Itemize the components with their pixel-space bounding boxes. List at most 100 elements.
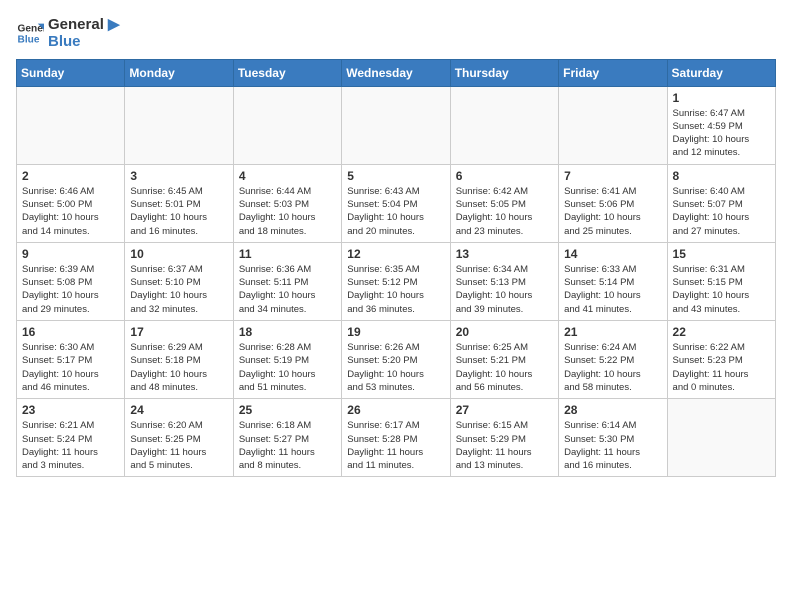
weekday-wednesday: Wednesday: [342, 59, 450, 86]
calendar-cell: 24 Sunrise: 6:20 AM Sunset: 5:25 PM Dayli…: [125, 399, 233, 477]
calendar-week-4: 16 Sunrise: 6:30 AM Sunset: 5:17 PM Dayli…: [17, 321, 776, 399]
calendar-cell: 27Sunrise: 6:15 AM Sunset: 5:29 PM Dayli…: [450, 399, 558, 477]
weekday-friday: Friday: [559, 59, 667, 86]
day-number: 22: [673, 325, 770, 339]
day-info: Sunrise: 6:28 AM Sunset: 5:19 PM Dayligh…: [239, 341, 336, 394]
day-number: 5: [347, 169, 444, 183]
day-number: 3: [130, 169, 227, 183]
weekday-thursday: Thursday: [450, 59, 558, 86]
day-number: 20: [456, 325, 553, 339]
day-number: 21: [564, 325, 661, 339]
calendar-cell: [125, 86, 233, 164]
calendar-cell: 7 Sunrise: 6:41 AM Sunset: 5:06 PM Daylig…: [559, 164, 667, 242]
day-info: Sunrise: 6:43 AM Sunset: 5:04 PM Dayligh…: [347, 185, 444, 238]
day-number: 12: [347, 247, 444, 261]
calendar-week-1: 1 Sunrise: 6:47 AM Sunset: 4:59 PM Daylig…: [17, 86, 776, 164]
calendar-cell: 22Sunrise: 6:22 AM Sunset: 5:23 PM Dayli…: [667, 321, 775, 399]
day-info: Sunrise: 6:30 AM Sunset: 5:17 PM Dayligh…: [22, 341, 119, 394]
calendar-cell: 20 Sunrise: 6:25 AM Sunset: 5:21 PM Dayli…: [450, 321, 558, 399]
calendar-table: SundayMondayTuesdayWednesdayThursdayFrid…: [16, 59, 776, 478]
day-info: Sunrise: 6:47 AM Sunset: 4:59 PM Dayligh…: [673, 107, 770, 160]
day-info: Sunrise: 6:20 AM Sunset: 5:25 PM Dayligh…: [130, 419, 227, 472]
day-number: 27: [456, 403, 553, 417]
calendar-cell: [667, 399, 775, 477]
calendar-week-2: 2 Sunrise: 6:46 AM Sunset: 5:00 PM Daylig…: [17, 164, 776, 242]
day-number: 24: [130, 403, 227, 417]
day-info: Sunrise: 6:40 AM Sunset: 5:07 PM Dayligh…: [673, 185, 770, 238]
calendar-cell: 17 Sunrise: 6:29 AM Sunset: 5:18 PM Dayli…: [125, 321, 233, 399]
day-number: 4: [239, 169, 336, 183]
day-number: 16: [22, 325, 119, 339]
calendar-cell: 19 Sunrise: 6:26 AM Sunset: 5:20 PM Dayli…: [342, 321, 450, 399]
calendar-cell: 2 Sunrise: 6:46 AM Sunset: 5:00 PM Daylig…: [17, 164, 125, 242]
day-info: Sunrise: 6:21 AM Sunset: 5:24 PM Dayligh…: [22, 419, 119, 472]
calendar-cell: [559, 86, 667, 164]
day-number: 28: [564, 403, 661, 417]
day-info: Sunrise: 6:41 AM Sunset: 5:06 PM Dayligh…: [564, 185, 661, 238]
day-info: Sunrise: 6:42 AM Sunset: 5:05 PM Dayligh…: [456, 185, 553, 238]
day-info: Sunrise: 6:24 AM Sunset: 5:22 PM Dayligh…: [564, 341, 661, 394]
calendar-cell: 3 Sunrise: 6:45 AM Sunset: 5:01 PM Daylig…: [125, 164, 233, 242]
calendar-cell: 23Sunrise: 6:21 AM Sunset: 5:24 PM Dayli…: [17, 399, 125, 477]
day-info: Sunrise: 6:26 AM Sunset: 5:20 PM Dayligh…: [347, 341, 444, 394]
calendar-cell: [450, 86, 558, 164]
calendar-cell: 8 Sunrise: 6:40 AM Sunset: 5:07 PM Daylig…: [667, 164, 775, 242]
day-number: 18: [239, 325, 336, 339]
calendar-cell: 14 Sunrise: 6:33 AM Sunset: 5:14 PM Dayli…: [559, 242, 667, 320]
calendar-cell: 11 Sunrise: 6:36 AM Sunset: 5:11 PM Dayli…: [233, 242, 341, 320]
day-info: Sunrise: 6:37 AM Sunset: 5:10 PM Dayligh…: [130, 263, 227, 316]
day-info: Sunrise: 6:17 AM Sunset: 5:28 PM Dayligh…: [347, 419, 444, 472]
day-number: 25: [239, 403, 336, 417]
calendar-cell: [17, 86, 125, 164]
day-number: 26: [347, 403, 444, 417]
day-number: 17: [130, 325, 227, 339]
day-info: Sunrise: 6:45 AM Sunset: 5:01 PM Dayligh…: [130, 185, 227, 238]
calendar-cell: 6 Sunrise: 6:42 AM Sunset: 5:05 PM Daylig…: [450, 164, 558, 242]
calendar-cell: 26 Sunrise: 6:17 AM Sunset: 5:28 PM Dayli…: [342, 399, 450, 477]
day-info: Sunrise: 6:34 AM Sunset: 5:13 PM Dayligh…: [456, 263, 553, 316]
day-number: 10: [130, 247, 227, 261]
day-info: Sunrise: 6:31 AM Sunset: 5:15 PM Dayligh…: [673, 263, 770, 316]
day-number: 1: [673, 91, 770, 105]
calendar-cell: 21 Sunrise: 6:24 AM Sunset: 5:22 PM Dayli…: [559, 321, 667, 399]
day-info: Sunrise: 6:25 AM Sunset: 5:21 PM Dayligh…: [456, 341, 553, 394]
day-number: 13: [456, 247, 553, 261]
day-number: 6: [456, 169, 553, 183]
calendar-cell: 10 Sunrise: 6:37 AM Sunset: 5:10 PM Dayli…: [125, 242, 233, 320]
calendar-cell: 1 Sunrise: 6:47 AM Sunset: 4:59 PM Daylig…: [667, 86, 775, 164]
calendar-cell: 12 Sunrise: 6:35 AM Sunset: 5:12 PM Dayli…: [342, 242, 450, 320]
calendar-cell: 16 Sunrise: 6:30 AM Sunset: 5:17 PM Dayli…: [17, 321, 125, 399]
day-info: Sunrise: 6:18 AM Sunset: 5:27 PM Dayligh…: [239, 419, 336, 472]
logo: General Blue General ▶ Blue: [16, 16, 120, 51]
day-info: Sunrise: 6:35 AM Sunset: 5:12 PM Dayligh…: [347, 263, 444, 316]
day-info: Sunrise: 6:36 AM Sunset: 5:11 PM Dayligh…: [239, 263, 336, 316]
weekday-monday: Monday: [125, 59, 233, 86]
logo-icon: General Blue: [16, 19, 44, 47]
calendar-cell: 18 Sunrise: 6:28 AM Sunset: 5:19 PM Dayli…: [233, 321, 341, 399]
day-number: 11: [239, 247, 336, 261]
calendar-cell: 9 Sunrise: 6:39 AM Sunset: 5:08 PM Daylig…: [17, 242, 125, 320]
page: General Blue General ▶ Blue SundayMonday…: [0, 0, 792, 487]
day-number: 15: [673, 247, 770, 261]
svg-text:Blue: Blue: [18, 35, 40, 46]
day-number: 7: [564, 169, 661, 183]
day-number: 2: [22, 169, 119, 183]
calendar-cell: 25 Sunrise: 6:18 AM Sunset: 5:27 PM Dayli…: [233, 399, 341, 477]
day-info: Sunrise: 6:14 AM Sunset: 5:30 PM Dayligh…: [564, 419, 661, 472]
calendar-cell: [342, 86, 450, 164]
day-number: 19: [347, 325, 444, 339]
weekday-header-row: SundayMondayTuesdayWednesdayThursdayFrid…: [17, 59, 776, 86]
day-number: 8: [673, 169, 770, 183]
calendar-week-3: 9 Sunrise: 6:39 AM Sunset: 5:08 PM Daylig…: [17, 242, 776, 320]
day-info: Sunrise: 6:46 AM Sunset: 5:00 PM Dayligh…: [22, 185, 119, 238]
day-info: Sunrise: 6:29 AM Sunset: 5:18 PM Dayligh…: [130, 341, 227, 394]
day-number: 9: [22, 247, 119, 261]
weekday-tuesday: Tuesday: [233, 59, 341, 86]
day-info: Sunrise: 6:39 AM Sunset: 5:08 PM Dayligh…: [22, 263, 119, 316]
day-info: Sunrise: 6:44 AM Sunset: 5:03 PM Dayligh…: [239, 185, 336, 238]
day-number: 14: [564, 247, 661, 261]
header: General Blue General ▶ Blue: [16, 16, 776, 51]
calendar-cell: [233, 86, 341, 164]
day-info: Sunrise: 6:33 AM Sunset: 5:14 PM Dayligh…: [564, 263, 661, 316]
weekday-sunday: Sunday: [17, 59, 125, 86]
